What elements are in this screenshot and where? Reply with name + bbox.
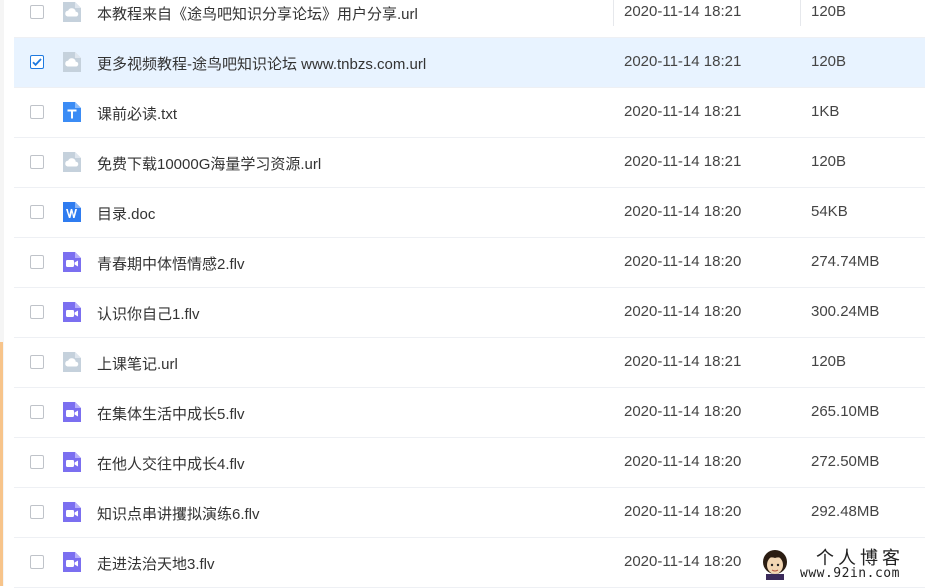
- file-row[interactable]: 课前必读.txt 2020-11-14 18:21 1KB: [14, 88, 925, 138]
- file-list: 本教程来自《途鸟吧知识分享论坛》用户分享.url 2020-11-14 18:21…: [14, 0, 925, 588]
- file-name[interactable]: 走进法治天地3.flv: [97, 553, 215, 574]
- watermark-url: www.92in.com: [800, 566, 900, 581]
- row-checkbox[interactable]: [30, 555, 44, 569]
- video-file-icon: [60, 250, 84, 274]
- file-size: 292.48MB: [811, 503, 880, 520]
- file-size: 120B: [811, 3, 847, 20]
- left-panel-accent: [0, 342, 3, 586]
- file-size: 54KB: [811, 203, 848, 220]
- row-checkbox[interactable]: [30, 405, 44, 419]
- file-name[interactable]: 更多视频教程-途鸟吧知识论坛 www.tnbzs.com.url: [97, 53, 426, 74]
- cloud-link-icon: [60, 150, 84, 174]
- video-file-icon: [60, 300, 84, 324]
- row-checkbox[interactable]: [30, 5, 44, 19]
- text-file-icon: [60, 100, 84, 124]
- file-size: 274.74MB: [811, 253, 880, 270]
- row-checkbox[interactable]: [30, 505, 44, 519]
- row-checkbox[interactable]: [30, 105, 44, 119]
- file-name[interactable]: 本教程来自《途鸟吧知识分享论坛》用户分享.url: [97, 3, 418, 24]
- file-name[interactable]: 目录.doc: [97, 203, 155, 224]
- row-checkbox[interactable]: [30, 255, 44, 269]
- file-size: 120B: [811, 153, 847, 170]
- file-size: 272.50MB: [811, 453, 880, 470]
- file-size: 120B: [811, 353, 847, 370]
- video-file-icon: [60, 550, 84, 574]
- cloud-link-icon: [60, 50, 84, 74]
- file-size: 300.24MB: [811, 303, 880, 320]
- cloud-link-icon: [60, 0, 84, 24]
- video-file-icon: [60, 500, 84, 524]
- word-doc-icon: [60, 200, 84, 224]
- file-name[interactable]: 青春期中体悟情感2.flv: [97, 253, 245, 274]
- file-date: 2020-11-14 18:20: [624, 453, 742, 470]
- file-row[interactable]: 在他人交往中成长4.flv 2020-11-14 18:20 272.50MB: [14, 438, 925, 488]
- file-name[interactable]: 认识你自己1.flv: [97, 303, 200, 324]
- file-row[interactable]: 认识你自己1.flv 2020-11-14 18:20 300.24MB: [14, 288, 925, 338]
- file-size: 265.10MB: [811, 403, 880, 420]
- file-date: 2020-11-14 18:20: [624, 503, 742, 520]
- file-name[interactable]: 在他人交往中成长4.flv: [97, 453, 245, 474]
- file-size: 1KB: [811, 103, 840, 120]
- row-checkbox[interactable]: [30, 305, 44, 319]
- file-date: 2020-11-14 18:20: [624, 203, 742, 220]
- row-checkbox[interactable]: [30, 155, 44, 169]
- file-date: 2020-11-14 18:21: [624, 3, 742, 20]
- left-panel-edge: [0, 0, 4, 586]
- file-name[interactable]: 课前必读.txt: [97, 103, 177, 124]
- file-date: 2020-11-14 18:20: [624, 253, 742, 270]
- video-file-icon: [60, 450, 84, 474]
- file-date: 2020-11-14 18:21: [624, 103, 742, 120]
- row-checkbox[interactable]: [30, 455, 44, 469]
- file-date: 2020-11-14 18:20: [624, 403, 742, 420]
- file-row[interactable]: 青春期中体悟情感2.flv 2020-11-14 18:20 274.74MB: [14, 238, 925, 288]
- row-checkbox[interactable]: [30, 205, 44, 219]
- file-row[interactable]: 更多视频教程-途鸟吧知识论坛 www.tnbzs.com.url 2020-11-…: [14, 38, 925, 88]
- checkmark-icon: [32, 58, 42, 67]
- file-row[interactable]: 知识点串讲攫拟演练6.flv 2020-11-14 18:20 292.48MB: [14, 488, 925, 538]
- file-date: 2020-11-14 18:20: [624, 303, 742, 320]
- file-name[interactable]: 知识点串讲攫拟演练6.flv: [97, 503, 260, 524]
- video-file-icon: [60, 400, 84, 424]
- file-date: 2020-11-14 18:20: [624, 553, 742, 570]
- row-checkbox[interactable]: [30, 355, 44, 369]
- file-size: 120B: [811, 53, 847, 70]
- file-date: 2020-11-14 18:21: [624, 53, 742, 70]
- avatar-icon: [763, 550, 787, 580]
- file-date: 2020-11-14 18:21: [624, 353, 742, 370]
- file-row[interactable]: 在集体生活中成长5.flv 2020-11-14 18:20 265.10MB: [14, 388, 925, 438]
- file-name[interactable]: 上课笔记.url: [97, 353, 178, 374]
- file-row[interactable]: 本教程来自《途鸟吧知识分享论坛》用户分享.url 2020-11-14 18:21…: [14, 0, 925, 38]
- file-name[interactable]: 在集体生活中成长5.flv: [97, 403, 245, 424]
- watermark: 个人博客 www.92in.com: [756, 544, 949, 586]
- file-name[interactable]: 免费下载10000G海量学习资源.url: [97, 153, 321, 174]
- file-date: 2020-11-14 18:21: [624, 153, 742, 170]
- file-row[interactable]: 目录.doc 2020-11-14 18:20 54KB: [14, 188, 925, 238]
- cloud-link-icon: [60, 350, 84, 374]
- file-row[interactable]: 上课笔记.url 2020-11-14 18:21 120B: [14, 338, 925, 388]
- column-divider: [613, 0, 614, 26]
- column-divider: [800, 0, 801, 26]
- row-checkbox[interactable]: [30, 55, 44, 69]
- file-row[interactable]: 免费下载10000G海量学习资源.url 2020-11-14 18:21 120B: [14, 138, 925, 188]
